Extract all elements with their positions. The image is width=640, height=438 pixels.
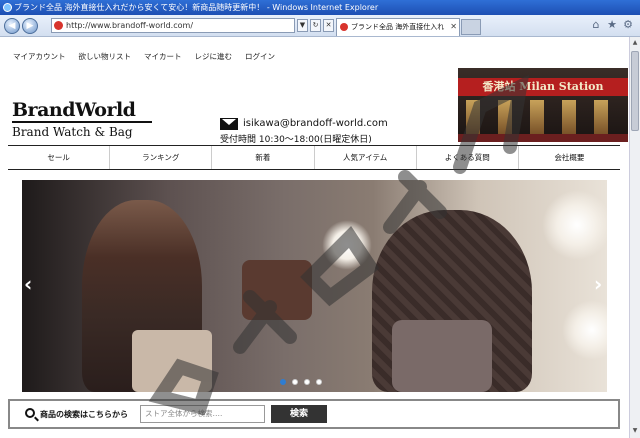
new-tab-button[interactable]: [461, 19, 481, 35]
handbag-image: [242, 260, 312, 320]
storefront-photo: 香港站 Milan Station: [458, 68, 628, 142]
handbag-image: [132, 330, 212, 392]
contact-email[interactable]: isikawa@brandoff-world.com: [243, 117, 388, 130]
refresh-button[interactable]: ↻: [310, 19, 321, 32]
category-nav: セール ランキング 新着 人気アイテム よくある質問 会社概要: [8, 145, 620, 170]
slider-dots: [280, 379, 322, 385]
storefront-sign: 香港站 Milan Station: [458, 78, 628, 96]
stop-button[interactable]: ✕: [323, 19, 334, 32]
nav-my-cart[interactable]: マイカート: [139, 47, 187, 66]
tools-gear-icon[interactable]: ⚙: [622, 19, 634, 31]
scrollbar-thumb[interactable]: [631, 51, 639, 131]
envelope-icon: [220, 117, 238, 130]
back-button[interactable]: ◀: [4, 18, 20, 34]
category-popular-items[interactable]: 人気アイテム: [315, 146, 417, 169]
site-logo[interactable]: BrandWorld Brand Watch & Bag: [12, 99, 152, 139]
ie-icon: [3, 3, 12, 12]
nav-wishlist[interactable]: 欲しい物リスト: [73, 47, 136, 66]
nav-my-account[interactable]: マイアカウント: [8, 47, 71, 66]
favorites-star-icon[interactable]: ★: [606, 19, 618, 31]
handbag-image: [392, 320, 492, 392]
slider-dot[interactable]: [316, 379, 322, 385]
address-input[interactable]: http://www.brandoff-world.com/: [51, 18, 295, 33]
category-ranking[interactable]: ランキング: [110, 146, 213, 169]
category-sale[interactable]: セール: [8, 146, 111, 169]
forward-button[interactable]: ▶: [22, 18, 38, 34]
search-bar: 商品の検索はこちらから ストア全体から検索…. 検索: [8, 399, 620, 429]
category-new-arrivals[interactable]: 新着: [212, 146, 315, 169]
category-faq[interactable]: よくある質問: [417, 146, 519, 169]
account-nav: マイアカウント 欲しい物リスト マイカート レジに進む ログイン: [8, 47, 280, 66]
category-company[interactable]: 会社概要: [519, 146, 620, 169]
logo-main-text: BrandWorld: [12, 99, 152, 123]
search-label: 商品の検索はこちらから: [40, 410, 128, 419]
site-favicon-icon: [54, 21, 63, 30]
logo-sub-text: Brand Watch & Bag: [12, 125, 133, 139]
home-icon[interactable]: ⌂: [590, 19, 602, 31]
nav-checkout[interactable]: レジに進む: [189, 47, 237, 66]
vertical-scrollbar[interactable]: ▲ ▼: [629, 37, 640, 438]
tab-favicon-icon: [340, 23, 348, 31]
window-title: ブランド全品 海外直接仕入れだから安くて安心！新商品随時更新中！ - Windo…: [14, 3, 379, 12]
contact-info: isikawa@brandoff-world.com 受付時間 10:30～18…: [220, 117, 388, 147]
search-icon: [25, 408, 35, 418]
address-toolbar: ◀ ▶ http://www.brandoff-world.com/ ▼ ↻ ✕…: [0, 15, 640, 37]
slider-dot[interactable]: [304, 379, 310, 385]
hero-slider[interactable]: ‹ ›: [22, 180, 607, 392]
search-button[interactable]: 検索: [271, 405, 327, 423]
address-dropdown-button[interactable]: ▼: [297, 19, 308, 32]
slider-next-arrow-icon[interactable]: ›: [594, 272, 602, 296]
browser-tab[interactable]: ブランド全品 海外直接仕入れ ✕: [336, 18, 460, 36]
slider-dot[interactable]: [292, 379, 298, 385]
nav-login[interactable]: ログイン: [240, 47, 280, 66]
tab-title: ブランド全品 海外直接仕入れ: [351, 23, 445, 31]
window-titlebar: ブランド全品 海外直接仕入れだから安くて安心！新商品随時更新中！ - Windo…: [0, 0, 640, 15]
slider-prev-arrow-icon[interactable]: ‹: [24, 272, 32, 296]
search-input[interactable]: ストア全体から検索….: [140, 405, 265, 423]
slider-dot[interactable]: [280, 379, 286, 385]
tab-close-icon[interactable]: ✕: [450, 19, 457, 35]
page-viewport: マイアカウント 欲しい物リスト マイカート レジに進む ログイン BrandWo…: [0, 37, 629, 438]
address-url: http://www.brandoff-world.com/: [66, 21, 194, 30]
